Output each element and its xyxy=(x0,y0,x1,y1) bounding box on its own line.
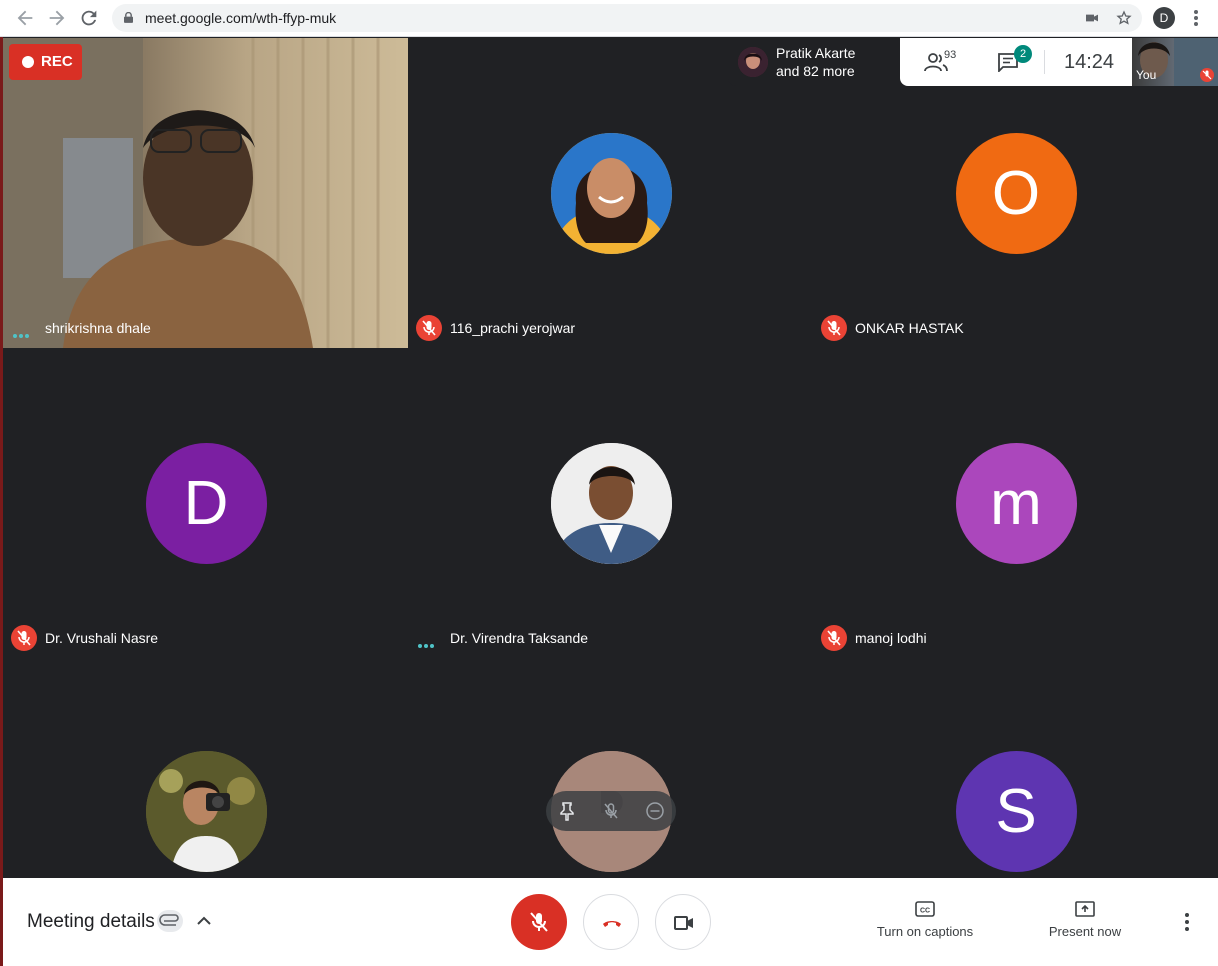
speaking-indicator-icon xyxy=(13,325,35,338)
speaking-indicator-icon xyxy=(418,635,440,648)
present-screen-icon xyxy=(1075,901,1095,917)
mic-off-icon xyxy=(821,625,847,651)
lock-icon[interactable] xyxy=(124,12,133,23)
presence-text: Pratik Akarte and 82 more xyxy=(776,44,855,80)
camera-feed-illustration xyxy=(3,38,380,348)
participant-initial-avatar: D xyxy=(145,443,267,564)
self-mic-off-icon xyxy=(1200,68,1214,82)
participant-tile[interactable]: m manoj lodhi xyxy=(813,348,1218,658)
pin-icon[interactable] xyxy=(557,801,577,821)
mic-off-icon xyxy=(530,912,548,932)
leave-call-button[interactable] xyxy=(583,894,639,950)
participant-tile[interactable] xyxy=(3,658,408,878)
back-arrow-icon[interactable] xyxy=(14,7,36,29)
reload-icon[interactable] xyxy=(78,7,100,29)
participant-photo-avatar xyxy=(550,133,672,254)
participant-tile-video[interactable]: shrikrishna dhale xyxy=(3,38,408,348)
participant-initial-avatar: S xyxy=(955,751,1077,872)
participant-count: 93 xyxy=(944,49,957,61)
mic-off-icon xyxy=(11,625,37,651)
more-options-icon[interactable] xyxy=(1179,910,1195,934)
browser-toolbar: meet.google.com/wth-ffyp-muk D xyxy=(0,0,1218,37)
hang-up-icon xyxy=(603,921,621,927)
meeting-controls-bar: Meeting details CC Turn on captions Pres… xyxy=(3,878,1218,966)
participant-avatar xyxy=(738,47,768,77)
participant-photo-avatar xyxy=(550,443,672,564)
self-view-thumbnail[interactable]: You xyxy=(1132,38,1218,86)
bookmark-star-icon[interactable] xyxy=(1116,10,1132,26)
participant-name: Dr. Vrushali Nasre xyxy=(45,630,159,646)
participant-grid: shrikrishna dhale 116_prachi yerojwar O … xyxy=(3,38,1218,878)
captions-button[interactable]: CC Turn on captions xyxy=(871,900,979,939)
mute-participant-icon[interactable] xyxy=(601,801,621,821)
participant-initial-avatar: m xyxy=(955,443,1077,564)
presence-line2: and 82 more xyxy=(776,63,855,79)
profile-avatar[interactable]: D xyxy=(1153,7,1175,29)
unread-messages-badge: 2 xyxy=(1014,45,1032,63)
microphone-toggle-button[interactable] xyxy=(511,894,567,950)
browser-menu-icon[interactable] xyxy=(1188,7,1204,29)
mic-off-icon xyxy=(821,315,847,341)
attachment-icon[interactable] xyxy=(157,910,183,932)
participant-name: manoj lodhi xyxy=(855,630,927,646)
participant-tile[interactable]: Dr. Virendra Taksande xyxy=(408,348,813,658)
meeting-top-bar: Pratik Akarte and 82 more 93 2 14:24 You xyxy=(728,38,1218,86)
meeting-clock: 14:24 xyxy=(1064,51,1115,73)
captions-label: Turn on captions xyxy=(876,924,974,939)
camera-toggle-button[interactable] xyxy=(655,894,711,950)
recording-badge[interactable]: REC xyxy=(9,44,82,80)
participant-tile[interactable]: S xyxy=(813,658,1218,878)
participant-name: shrikrishna dhale xyxy=(45,320,151,336)
participant-initial-avatar: O xyxy=(955,133,1077,254)
meeting-details-button[interactable]: Meeting details xyxy=(27,911,155,933)
camera-icon xyxy=(674,916,693,930)
presenting-participants[interactable]: Pratik Akarte and 82 more xyxy=(728,38,900,86)
url-text[interactable]: meet.google.com/wth-ffyp-muk xyxy=(145,10,336,26)
present-now-button[interactable]: Present now xyxy=(1041,900,1129,939)
recording-dot-icon xyxy=(22,56,34,68)
participant-photo-avatar xyxy=(145,751,267,872)
mic-off-icon xyxy=(416,315,442,341)
tile-hover-toolbar xyxy=(546,791,676,831)
camera-in-use-icon[interactable] xyxy=(1084,10,1100,26)
captions-icon: CC xyxy=(915,901,935,917)
svg-text:CC: CC xyxy=(920,908,930,915)
forward-arrow-icon[interactable] xyxy=(46,7,68,29)
presence-line1: Pratik Akarte xyxy=(776,45,856,61)
participant-name: ONKAR HASTAK xyxy=(855,320,964,336)
participant-tile[interactable] xyxy=(408,658,813,878)
participant-name: 116_prachi yerojwar xyxy=(450,320,576,336)
participant-tile[interactable]: D Dr. Vrushali Nasre xyxy=(3,348,408,658)
chevron-up-icon[interactable] xyxy=(195,912,213,930)
present-label: Present now xyxy=(1048,924,1122,939)
self-label: You xyxy=(1136,68,1157,82)
participant-name: Dr. Virendra Taksande xyxy=(450,630,589,646)
meeting-info-strip: 93 2 14:24 xyxy=(900,38,1132,86)
remove-participant-icon[interactable] xyxy=(645,801,665,821)
address-bar[interactable]: meet.google.com/wth-ffyp-muk xyxy=(112,4,1142,32)
recording-label: REC xyxy=(41,53,73,70)
divider xyxy=(1044,50,1045,74)
